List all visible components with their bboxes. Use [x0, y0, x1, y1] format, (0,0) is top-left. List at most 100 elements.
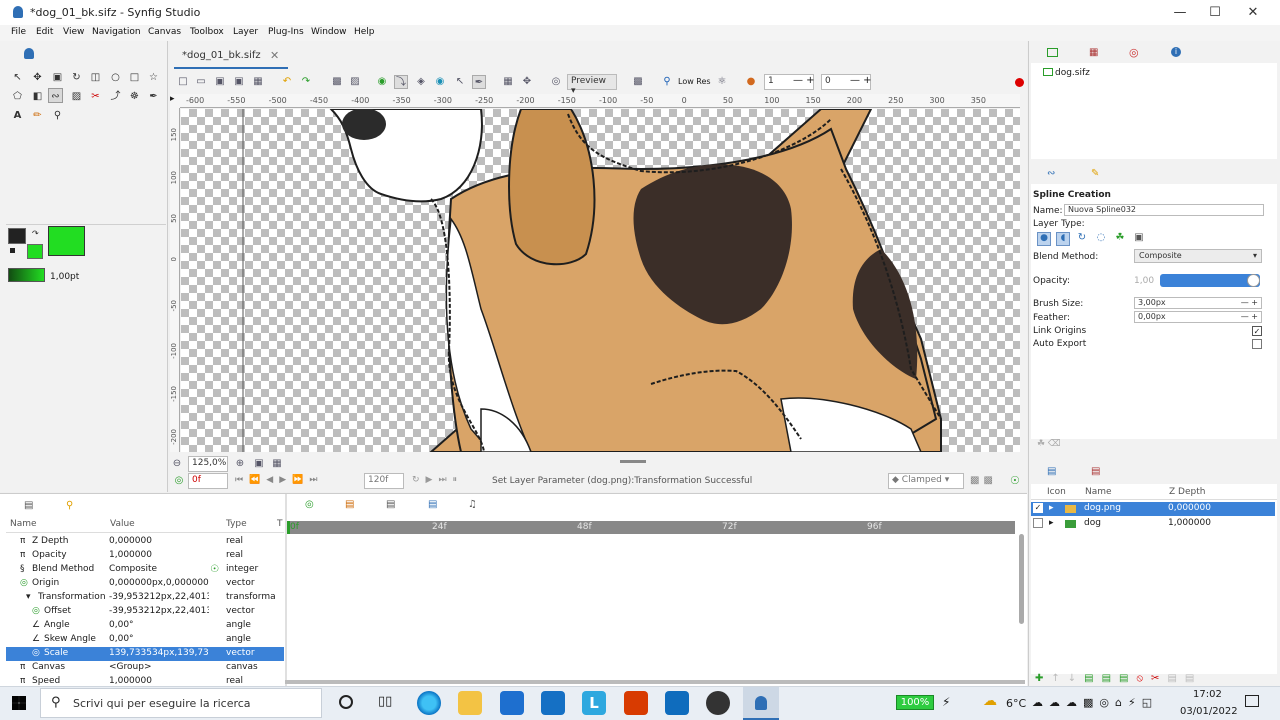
layers-footer-icons[interactable]: ✚↑↓▤▤▤⦸✂▤▤: [1035, 673, 1202, 684]
low-res-icon[interactable]: ⚲: [660, 75, 674, 89]
fill-color-swatch[interactable]: [48, 226, 85, 256]
menu-window[interactable]: Window: [311, 27, 347, 37]
outlook-icon[interactable]: [665, 691, 689, 715]
onion-past-stepper[interactable]: — +: [793, 75, 815, 86]
scale-tool-icon[interactable]: ▣: [50, 70, 65, 85]
preview-dropdown[interactable]: Preview ▾: [567, 74, 617, 96]
mail-icon[interactable]: [541, 691, 565, 715]
layer-type-plant-icon[interactable]: ◌: [1094, 232, 1108, 246]
show-transform-handles-icon[interactable]: ↖: [453, 75, 467, 89]
star-tool-icon[interactable]: ☆: [146, 70, 161, 85]
param-row[interactable]: π Z Depth 0,000000 real: [6, 535, 284, 549]
sound-tab-icon[interactable]: ♫: [468, 499, 477, 510]
layer-type-curve-gradient-icon[interactable]: ☘: [1113, 232, 1127, 246]
opacity-slider[interactable]: [1160, 274, 1260, 287]
end-frame-input[interactable]: 120f: [364, 473, 404, 489]
reset-colors-icon[interactable]: [10, 248, 15, 253]
info-tab-icon[interactable]: i: [1171, 47, 1181, 57]
param-row[interactable]: ∠ Skew Angle 0,00° angle: [6, 633, 284, 647]
text-tool-icon[interactable]: A: [10, 108, 25, 123]
zoom-input[interactable]: 125,0%: [188, 456, 228, 472]
zoom-out-icon[interactable]: ⊖: [170, 457, 184, 471]
layer-type-region-icon[interactable]: ●: [1037, 232, 1051, 246]
animation-mode-icon[interactable]: ◎: [172, 474, 186, 488]
polygon-tool-icon[interactable]: ⬠: [10, 89, 25, 104]
sets-tab-icon[interactable]: ▤: [1091, 466, 1100, 477]
params-tab-icon[interactable]: ✎: [1091, 168, 1099, 179]
edge-icon[interactable]: [417, 691, 441, 715]
timetrack-area[interactable]: [287, 534, 1015, 684]
temperature[interactable]: 6°C: [1006, 697, 1026, 710]
cutout-tool-icon[interactable]: ✂: [88, 89, 103, 104]
keyframes-panel-tab-icon[interactable]: ⚲: [66, 500, 73, 511]
params-panel-tab-icon[interactable]: ▤: [24, 500, 33, 511]
param-row[interactable]: § Blend Method Composite integer: [6, 563, 284, 577]
menu-file[interactable]: File: [11, 27, 26, 37]
layer-visible-checkbox[interactable]: ✓: [1033, 503, 1043, 513]
save-icon[interactable]: ▣: [213, 75, 227, 89]
show-tangent-handles-icon[interactable]: ⤵: [394, 75, 408, 89]
render-icon[interactable]: ▩: [330, 75, 344, 89]
opacity-slider-knob[interactable]: [1247, 274, 1260, 287]
zoom-100-icon[interactable]: ▦: [270, 457, 284, 471]
link-origins-checkbox[interactable]: ✓: [1252, 326, 1262, 336]
minimize-button[interactable]: —: [1160, 0, 1200, 25]
sketch-tool-icon[interactable]: ✏: [30, 108, 45, 123]
param-row[interactable]: π Canvas <Group> canvas: [6, 661, 284, 675]
canvas-work-area[interactable]: [181, 109, 1020, 452]
store-icon[interactable]: [500, 691, 524, 715]
smooth-move-tool-icon[interactable]: ✥: [30, 70, 45, 85]
layer-row-dog-png[interactable]: ✓ ▸ dog.png 0,000000: [1031, 502, 1275, 516]
save-as-icon[interactable]: ▣: [232, 75, 246, 89]
circle-tool-icon[interactable]: ○: [108, 70, 123, 85]
param-value[interactable]: 139,733534px,139,73:: [109, 648, 209, 658]
loop-controls[interactable]: ↻▶⏭⏸: [412, 475, 463, 485]
param-value[interactable]: -39,953212px,22,4013: [109, 592, 209, 602]
weather-icon[interactable]: ☁: [983, 693, 997, 709]
onion-future-stepper[interactable]: — +: [850, 75, 872, 86]
open-file-icon[interactable]: ▭: [194, 75, 208, 89]
save-all-icon[interactable]: ▦: [251, 75, 265, 89]
gradient-tool-icon[interactable]: ◧: [30, 89, 45, 104]
spline-tool-icon[interactable]: ∾: [48, 88, 63, 103]
timetrack-tab-icon[interactable]: ◎: [305, 499, 314, 510]
file-explorer-icon[interactable]: [458, 691, 482, 715]
param-row[interactable]: ◎ Offset -39,953212px,22,4013 vector: [6, 605, 284, 619]
new-file-icon[interactable]: □: [176, 75, 190, 89]
obs-icon[interactable]: [706, 691, 730, 715]
param-value[interactable]: <Group>: [109, 662, 209, 672]
layer-type-region-pic-icon[interactable]: ▣: [1132, 232, 1146, 246]
mirror-tool-icon[interactable]: ◫: [88, 70, 103, 85]
taskbar-search-box[interactable]: ⚲ Scrivi qui per eseguire la ricerca: [40, 688, 322, 718]
menu-view[interactable]: View: [63, 27, 84, 37]
menu-edit[interactable]: Edit: [36, 27, 53, 37]
cortana-icon[interactable]: [339, 695, 353, 709]
draw-tool-icon[interactable]: ✒: [146, 89, 161, 104]
layer-row-dog[interactable]: ▸ dog 1,000000: [1031, 517, 1275, 531]
param-row[interactable]: ▾ Transformation -39,953212px,22,4013 trans…: [6, 591, 284, 605]
close-tab-icon[interactable]: ✕: [270, 49, 279, 62]
rectangle-tool-icon[interactable]: □: [127, 70, 142, 85]
onion-skin-icon[interactable]: ◎: [549, 75, 563, 89]
undo-icon[interactable]: ↶: [280, 75, 294, 89]
outline-color-swatch[interactable]: [8, 228, 26, 244]
lock-tab-icon[interactable]: ▤: [428, 499, 437, 510]
menu-navigation[interactable]: Navigation: [92, 27, 141, 37]
clock-date[interactable]: 03/01/2022: [1180, 706, 1238, 717]
current-frame-input[interactable]: 0f: [188, 473, 228, 489]
blend-method-dropdown[interactable]: Composite ▾: [1134, 249, 1262, 263]
maximize-button[interactable]: ☐: [1195, 0, 1235, 25]
menu-canvas[interactable]: Canvas: [148, 27, 181, 37]
close-button[interactable]: ✕: [1233, 0, 1273, 25]
param-value[interactable]: 1,000000: [109, 676, 209, 686]
auto-export-checkbox[interactable]: [1252, 339, 1262, 349]
quality-icon[interactable]: ⚛: [715, 75, 729, 89]
spline-name-input[interactable]: Nuova Spline032: [1064, 204, 1264, 216]
toolbox-tab-icon[interactable]: [24, 48, 34, 59]
resize-handle[interactable]: [620, 460, 646, 463]
menu-help[interactable]: Help: [354, 27, 375, 37]
param-row[interactable]: ∠ Angle 0,00° angle: [6, 619, 284, 633]
notifications-icon[interactable]: [1245, 695, 1259, 707]
navigator-tab-icon[interactable]: ◎: [1129, 46, 1139, 59]
tray-icons[interactable]: ☁☁☁▩◎⌂⚡◱: [1032, 696, 1158, 709]
